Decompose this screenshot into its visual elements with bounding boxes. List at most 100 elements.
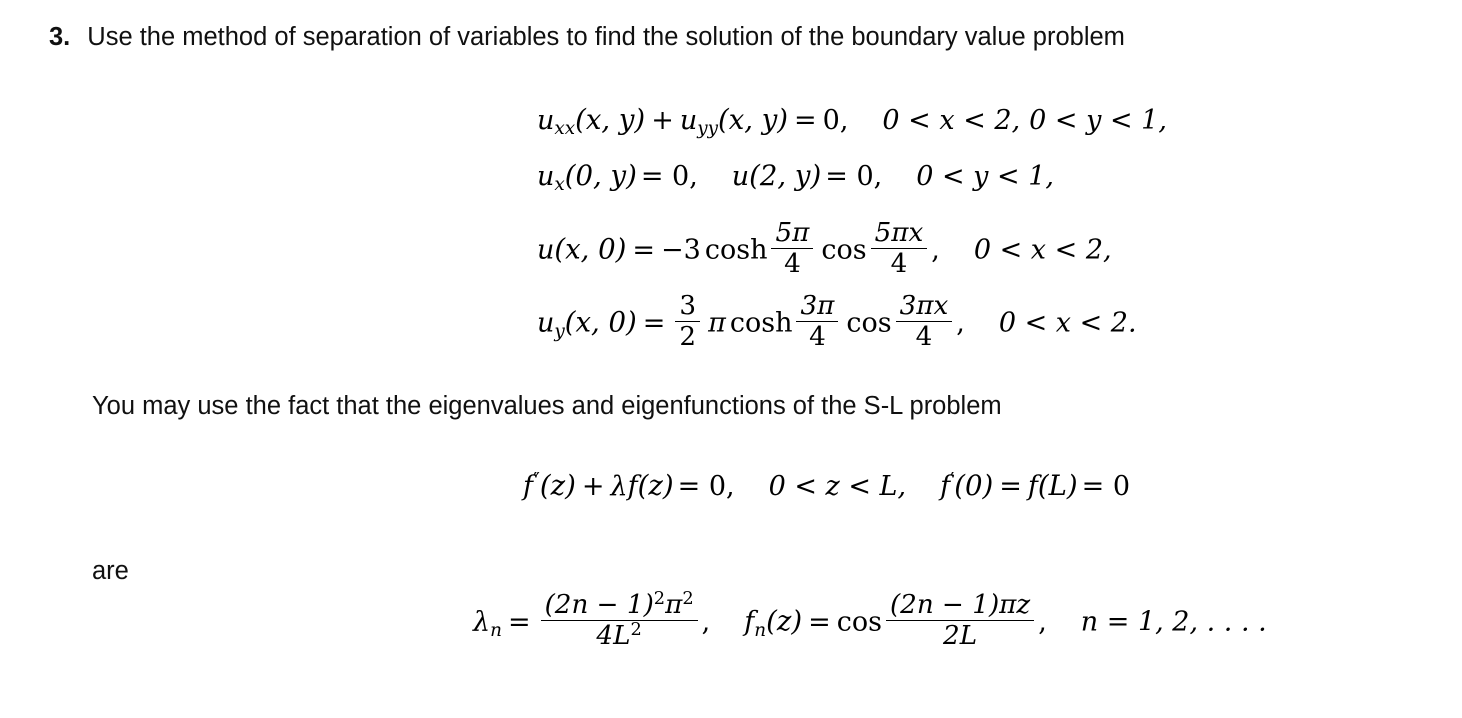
eq-icuy-cosh: cosh (729, 307, 793, 339)
eq-sl-domain: 0 < z < L, (768, 471, 907, 502)
eq-eigen-index-range: n = 1, 2, . . . . (1080, 606, 1267, 638)
equation-boundary-conditions-x: ux(0, y) = 0, u(2, y) = 0, 0 < y < 1, (537, 160, 1054, 196)
eq-eigen-den-exponent: 2 (630, 619, 642, 641)
eq-eigen-lambda-sub-n: n (490, 619, 502, 641)
eq-sl-bc-equals-2: = 0 (1081, 471, 1131, 502)
eq-sl-double-prime: ″ (533, 469, 540, 491)
eq-icu-fraction-2: 5πx 4 (870, 218, 928, 280)
eq-icuy-arg: (x, 0) (564, 306, 637, 339)
eq-sl-bc-f-prime: f (940, 471, 951, 502)
eq-bcx-eq1: = 0, (640, 161, 698, 192)
eq-eigen-num-exponent: 2 (653, 587, 666, 609)
eq-icuy-equals: = (642, 307, 666, 339)
eq-pde-equals: = (794, 105, 817, 136)
eq-sl-equals-zero: = 0, (677, 471, 735, 502)
eq-sl-arg2: (z) (637, 470, 674, 502)
eq-eigen-comma-1: , (701, 606, 711, 638)
eq-bcx-eq2: = 0, (825, 161, 883, 192)
eq-pde-sub-xx: xx (554, 118, 576, 140)
eq-icu-frac2-numerator: 5πx (874, 218, 924, 248)
eq-sl-bc-arg2: (L) (1037, 470, 1078, 502)
eq-icu-cos: cos (821, 234, 867, 266)
equation-sturm-liouville: f″(z) + λf(z) = 0, 0 < z < L, f′(0) = f(L) = 0 (523, 470, 1130, 502)
eq-eigen-f-sub-n: n (754, 619, 767, 641)
eq-eigen-f-arg: (z) (766, 605, 803, 638)
eq-eigen-f-equals: = (808, 606, 831, 638)
eq-icu-equals: = (632, 234, 656, 266)
equation-pde: uxx(x, y) + uyy(x, y) = 0, 0 < x < 2, 0 < y < … (537, 104, 1167, 140)
eq-eigen-f-numerator: (2n − 1)πz (889, 590, 1031, 620)
eq-eigen-num-paren: (2n − 1) (544, 590, 654, 620)
eq-icuy-cos: cos (846, 307, 892, 339)
eq-sl-plus: + (581, 471, 605, 502)
hint-text: You may use the fact that the eigenvalue… (92, 392, 1002, 420)
eq-eigen-lambda-denominator: 4L2 (540, 619, 698, 652)
eq-icu-fraction-1: 5π 4 (771, 218, 814, 280)
eq-icu-domain: 0 < x < 2, (973, 234, 1112, 266)
eq-eigen-f: f (744, 606, 755, 638)
eq-icu-frac1-denominator: 4 (771, 248, 814, 279)
eq-icuy-fraction-2: 3πx 4 (895, 291, 953, 353)
eq-sl-bc-arg1: (0) (954, 470, 994, 502)
eq-bcx-sub-x: x (554, 174, 565, 196)
eq-sl-arg1: (z) (539, 470, 576, 502)
document-page: 3. Use the method of separation of variab… (0, 0, 1462, 718)
eq-sl-bc-equals-1: = (999, 471, 1022, 502)
eq-pde-plus: + (651, 105, 674, 136)
eq-icu-arg: (x, 0) (554, 233, 627, 266)
eq-icuy-sub-y: y (554, 320, 565, 342)
eq-eigen-num-pi: π (665, 590, 683, 620)
eq-pde-rhs: 0, (822, 105, 849, 136)
eq-eigen-comma-2: , (1038, 606, 1047, 638)
eq-pde-domain-y: 0 < y < 1, (1029, 105, 1167, 136)
problem-number: 3. (49, 23, 71, 51)
eq-bcx-u1: u (537, 161, 555, 192)
eq-pde-arg1: (x, y) (575, 104, 646, 136)
equation-eigenvalues-eigenfunctions: λn = (2n − 1)2π2 4L2, fn(z) = cos (2n − 1)πz 2L,… (473, 587, 1267, 652)
eq-eigen-lambda-numerator: (2n − 1)2π2 (541, 587, 698, 620)
eq-pde-sub-yy: yy (697, 118, 718, 140)
eq-sl-f: f (523, 471, 533, 502)
eq-sl-bc-f: f (1027, 471, 1038, 502)
eq-eigen-num-pi-exponent: 2 (682, 587, 694, 609)
eq-icu-u: u (537, 234, 555, 266)
eq-icuy-comma: , (956, 307, 965, 339)
eq-eigen-cos: cos (836, 606, 882, 638)
eq-pde-arg2: (x, y) (717, 104, 789, 136)
eq-bcx-domain: 0 < y < 1, (916, 161, 1054, 192)
eq-icu-frac2-denominator: 4 (870, 248, 928, 279)
eq-eigen-f-denominator: 2L (885, 620, 1035, 651)
eq-sl-lambda: λ (610, 471, 628, 502)
problem-statement-line: 3. Use the method of separation of variab… (49, 23, 1125, 52)
eq-eigen-lambda-fraction: (2n − 1)2π2 4L2 (540, 587, 698, 652)
eq-icu-cosh: cosh (704, 234, 768, 266)
equation-initial-condition-u: u(x, 0) = −3 cosh 5π 4 cos 5πx 4, 0 < x < 2, (537, 219, 1112, 280)
eq-eigen-den-text: 4L (596, 621, 631, 652)
eq-icuy-frac1-denominator: 4 (796, 321, 839, 352)
eq-icuy-frac1-numerator: 3π (800, 291, 835, 321)
eq-icuy-pi: π (708, 307, 726, 339)
eq-eigen-equals: = (507, 606, 531, 638)
eq-bcx-arg2: (2, y) (749, 160, 822, 192)
problem-statement-text: Use the method of separation of variable… (87, 23, 1125, 51)
eq-icuy-coef-denominator: 2 (675, 321, 701, 352)
eq-sl-f2: f (627, 471, 638, 502)
are-text: are (92, 557, 129, 585)
eq-bcx-arg1: (0, y) (564, 160, 637, 192)
eq-eigen-f-fraction: (2n − 1)πz 2L (885, 590, 1035, 652)
eq-bcx-u2: u (731, 161, 750, 192)
eq-icuy-frac2-numerator: 3πx (899, 291, 949, 321)
eq-pde-u1: u (537, 105, 555, 136)
eq-icu-comma: , (931, 234, 940, 266)
eq-pde-u2: u (679, 105, 698, 136)
eq-icuy-fraction-1: 3π 4 (796, 291, 839, 353)
eq-icuy-coefficient-fraction: 32 (675, 291, 701, 353)
eq-icuy-u: u (537, 307, 555, 339)
eq-icu-frac1-numerator: 5π (775, 218, 810, 248)
eq-icuy-coef-numerator: 3 (679, 291, 697, 321)
eq-eigen-lambda: λ (473, 606, 491, 638)
eq-pde-domain-x: 0 < x < 2, (882, 105, 1021, 136)
eq-icu-coefficient: −3 (661, 234, 701, 266)
equation-initial-condition-uy: uy(x, 0) = 3 2 π cosh 3π 4 cos 3πx 4, 0 < x < 2. (537, 292, 1137, 353)
eq-icuy-frac2-denominator: 4 (895, 321, 953, 352)
